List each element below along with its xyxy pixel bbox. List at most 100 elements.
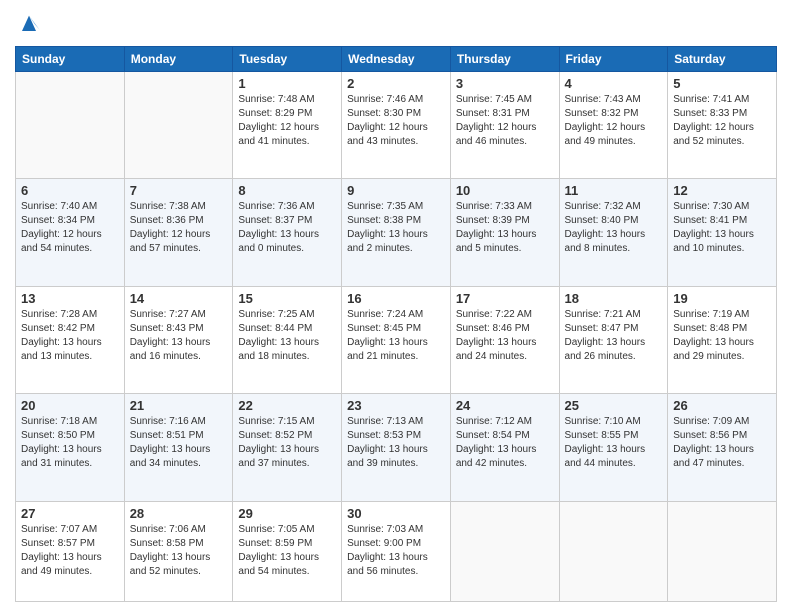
- calendar-week-row: 20Sunrise: 7:18 AMSunset: 8:50 PMDayligh…: [16, 394, 777, 501]
- day-number: 14: [130, 291, 228, 306]
- calendar-cell: [559, 501, 668, 601]
- day-number: 1: [238, 76, 336, 91]
- day-number: 16: [347, 291, 445, 306]
- calendar-cell: 8Sunrise: 7:36 AMSunset: 8:37 PMDaylight…: [233, 179, 342, 286]
- calendar-cell: 26 Sunrise: 7:09 AMSunset: 8:56 PMDayligh…: [668, 394, 777, 501]
- day-header-thursday: Thursday: [450, 47, 559, 72]
- cell-info: Sunrise: 7:15 AMSunset: 8:52 PMDaylight:…: [238, 415, 336, 471]
- cell-info: Sunrise: 7:35 AMSunset: 8:38 PMDaylight:…: [347, 200, 445, 256]
- cell-info: Sunrise: 7:32 AMSunset: 8:40 PMDaylight:…: [565, 200, 663, 256]
- calendar-cell: 14 Sunrise: 7:27 AMSunset: 8:43 PMDayligh…: [124, 286, 233, 393]
- day-number: 25: [565, 398, 663, 413]
- day-number: 2: [347, 76, 445, 91]
- day-number: 26: [673, 398, 771, 413]
- calendar-cell: [16, 72, 125, 179]
- day-number: 21: [130, 398, 228, 413]
- day-number: 8: [238, 183, 336, 198]
- calendar-cell: 24 Sunrise: 7:12 AMSunset: 8:54 PMDayligh…: [450, 394, 559, 501]
- cell-info: Sunrise: 7:13 AMSunset: 8:53 PMDaylight:…: [347, 415, 445, 471]
- cell-info: Sunrise: 7:03 AMSunset: 9:00 PMDaylight:…: [347, 523, 445, 579]
- day-number: 17: [456, 291, 554, 306]
- cell-info: Sunrise: 7:21 AMSunset: 8:47 PMDaylight:…: [565, 308, 663, 364]
- day-number: 23: [347, 398, 445, 413]
- cell-info: Sunrise: 7:25 AMSunset: 8:44 PMDaylight:…: [238, 308, 336, 364]
- calendar-cell: 16 Sunrise: 7:24 AMSunset: 8:45 PMDayligh…: [342, 286, 451, 393]
- day-number: 11: [565, 183, 663, 198]
- day-header-tuesday: Tuesday: [233, 47, 342, 72]
- cell-info: Sunrise: 7:45 AMSunset: 8:31 PMDaylight:…: [456, 93, 554, 149]
- calendar-cell: 11 Sunrise: 7:32 AMSunset: 8:40 PMDayligh…: [559, 179, 668, 286]
- day-header-sunday: Sunday: [16, 47, 125, 72]
- day-number: 24: [456, 398, 554, 413]
- calendar-cell: 5 Sunrise: 7:41 AMSunset: 8:33 PMDaylight…: [668, 72, 777, 179]
- calendar-cell: 27 Sunrise: 7:07 AMSunset: 8:57 PMDayligh…: [16, 501, 125, 601]
- day-number: 20: [21, 398, 119, 413]
- calendar-cell: [450, 501, 559, 601]
- day-number: 10: [456, 183, 554, 198]
- calendar-cell: 4 Sunrise: 7:43 AMSunset: 8:32 PMDaylight…: [559, 72, 668, 179]
- day-number: 29: [238, 506, 336, 521]
- calendar-cell: 13 Sunrise: 7:28 AMSunset: 8:42 PMDayligh…: [16, 286, 125, 393]
- cell-info: Sunrise: 7:07 AMSunset: 8:57 PMDaylight:…: [21, 523, 119, 579]
- calendar-cell: 20Sunrise: 7:18 AMSunset: 8:50 PMDayligh…: [16, 394, 125, 501]
- calendar-cell: 1 Sunrise: 7:48 AMSunset: 8:29 PMDaylight…: [233, 72, 342, 179]
- day-number: 22: [238, 398, 336, 413]
- cell-info: Sunrise: 7:27 AMSunset: 8:43 PMDaylight:…: [130, 308, 228, 364]
- calendar-cell: [668, 501, 777, 601]
- cell-info: Sunrise: 7:33 AMSunset: 8:39 PMDaylight:…: [456, 200, 554, 256]
- calendar-cell: 25 Sunrise: 7:10 AMSunset: 8:55 PMDayligh…: [559, 394, 668, 501]
- cell-info: Sunrise: 7:30 AMSunset: 8:41 PMDaylight:…: [673, 200, 771, 256]
- calendar-week-row: 1 Sunrise: 7:48 AMSunset: 8:29 PMDaylight…: [16, 72, 777, 179]
- cell-info: Sunrise: 7:46 AMSunset: 8:30 PMDaylight:…: [347, 93, 445, 149]
- calendar-cell: 17 Sunrise: 7:22 AMSunset: 8:46 PMDayligh…: [450, 286, 559, 393]
- cell-info: Sunrise: 7:38 AMSunset: 8:36 PMDaylight:…: [130, 200, 228, 256]
- day-number: 3: [456, 76, 554, 91]
- cell-info: Sunrise: 7:24 AMSunset: 8:45 PMDaylight:…: [347, 308, 445, 364]
- calendar-cell: 21Sunrise: 7:16 AMSunset: 8:51 PMDayligh…: [124, 394, 233, 501]
- cell-info: Sunrise: 7:40 AMSunset: 8:34 PMDaylight:…: [21, 200, 119, 256]
- cell-info: Sunrise: 7:09 AMSunset: 8:56 PMDaylight:…: [673, 415, 771, 471]
- calendar-cell: 7 Sunrise: 7:38 AMSunset: 8:36 PMDaylight…: [124, 179, 233, 286]
- calendar-cell: 18 Sunrise: 7:21 AMSunset: 8:47 PMDayligh…: [559, 286, 668, 393]
- calendar-cell: 28 Sunrise: 7:06 AMSunset: 8:58 PMDayligh…: [124, 501, 233, 601]
- cell-info: Sunrise: 7:12 AMSunset: 8:54 PMDaylight:…: [456, 415, 554, 471]
- calendar-week-row: 13 Sunrise: 7:28 AMSunset: 8:42 PMDayligh…: [16, 286, 777, 393]
- logo-icon: [15, 10, 43, 38]
- cell-info: Sunrise: 7:43 AMSunset: 8:32 PMDaylight:…: [565, 93, 663, 149]
- calendar-cell: 9 Sunrise: 7:35 AMSunset: 8:38 PMDaylight…: [342, 179, 451, 286]
- calendar-cell: [124, 72, 233, 179]
- calendar-cell: 30Sunrise: 7:03 AMSunset: 9:00 PMDayligh…: [342, 501, 451, 601]
- header: [15, 10, 777, 38]
- day-header-friday: Friday: [559, 47, 668, 72]
- day-number: 28: [130, 506, 228, 521]
- day-number: 19: [673, 291, 771, 306]
- cell-info: Sunrise: 7:41 AMSunset: 8:33 PMDaylight:…: [673, 93, 771, 149]
- cell-info: Sunrise: 7:19 AMSunset: 8:48 PMDaylight:…: [673, 308, 771, 364]
- day-number: 9: [347, 183, 445, 198]
- day-number: 7: [130, 183, 228, 198]
- day-number: 27: [21, 506, 119, 521]
- logo: [15, 10, 45, 38]
- calendar-header-row: SundayMondayTuesdayWednesdayThursdayFrid…: [16, 47, 777, 72]
- cell-info: Sunrise: 7:10 AMSunset: 8:55 PMDaylight:…: [565, 415, 663, 471]
- cell-info: Sunrise: 7:48 AMSunset: 8:29 PMDaylight:…: [238, 93, 336, 149]
- day-number: 15: [238, 291, 336, 306]
- calendar-cell: 12 Sunrise: 7:30 AMSunset: 8:41 PMDayligh…: [668, 179, 777, 286]
- day-number: 4: [565, 76, 663, 91]
- day-number: 5: [673, 76, 771, 91]
- day-number: 13: [21, 291, 119, 306]
- calendar-cell: 29 Sunrise: 7:05 AMSunset: 8:59 PMDayligh…: [233, 501, 342, 601]
- cell-info: Sunrise: 7:28 AMSunset: 8:42 PMDaylight:…: [21, 308, 119, 364]
- day-header-wednesday: Wednesday: [342, 47, 451, 72]
- calendar-cell: 6Sunrise: 7:40 AMSunset: 8:34 PMDaylight…: [16, 179, 125, 286]
- calendar-cell: 19 Sunrise: 7:19 AMSunset: 8:48 PMDayligh…: [668, 286, 777, 393]
- calendar-cell: 10 Sunrise: 7:33 AMSunset: 8:39 PMDayligh…: [450, 179, 559, 286]
- cell-info: Sunrise: 7:05 AMSunset: 8:59 PMDaylight:…: [238, 523, 336, 579]
- cell-info: Sunrise: 7:22 AMSunset: 8:46 PMDaylight:…: [456, 308, 554, 364]
- day-header-monday: Monday: [124, 47, 233, 72]
- cell-info: Sunrise: 7:06 AMSunset: 8:58 PMDaylight:…: [130, 523, 228, 579]
- calendar-week-row: 6Sunrise: 7:40 AMSunset: 8:34 PMDaylight…: [16, 179, 777, 286]
- calendar-week-row: 27 Sunrise: 7:07 AMSunset: 8:57 PMDayligh…: [16, 501, 777, 601]
- day-number: 18: [565, 291, 663, 306]
- day-number: 12: [673, 183, 771, 198]
